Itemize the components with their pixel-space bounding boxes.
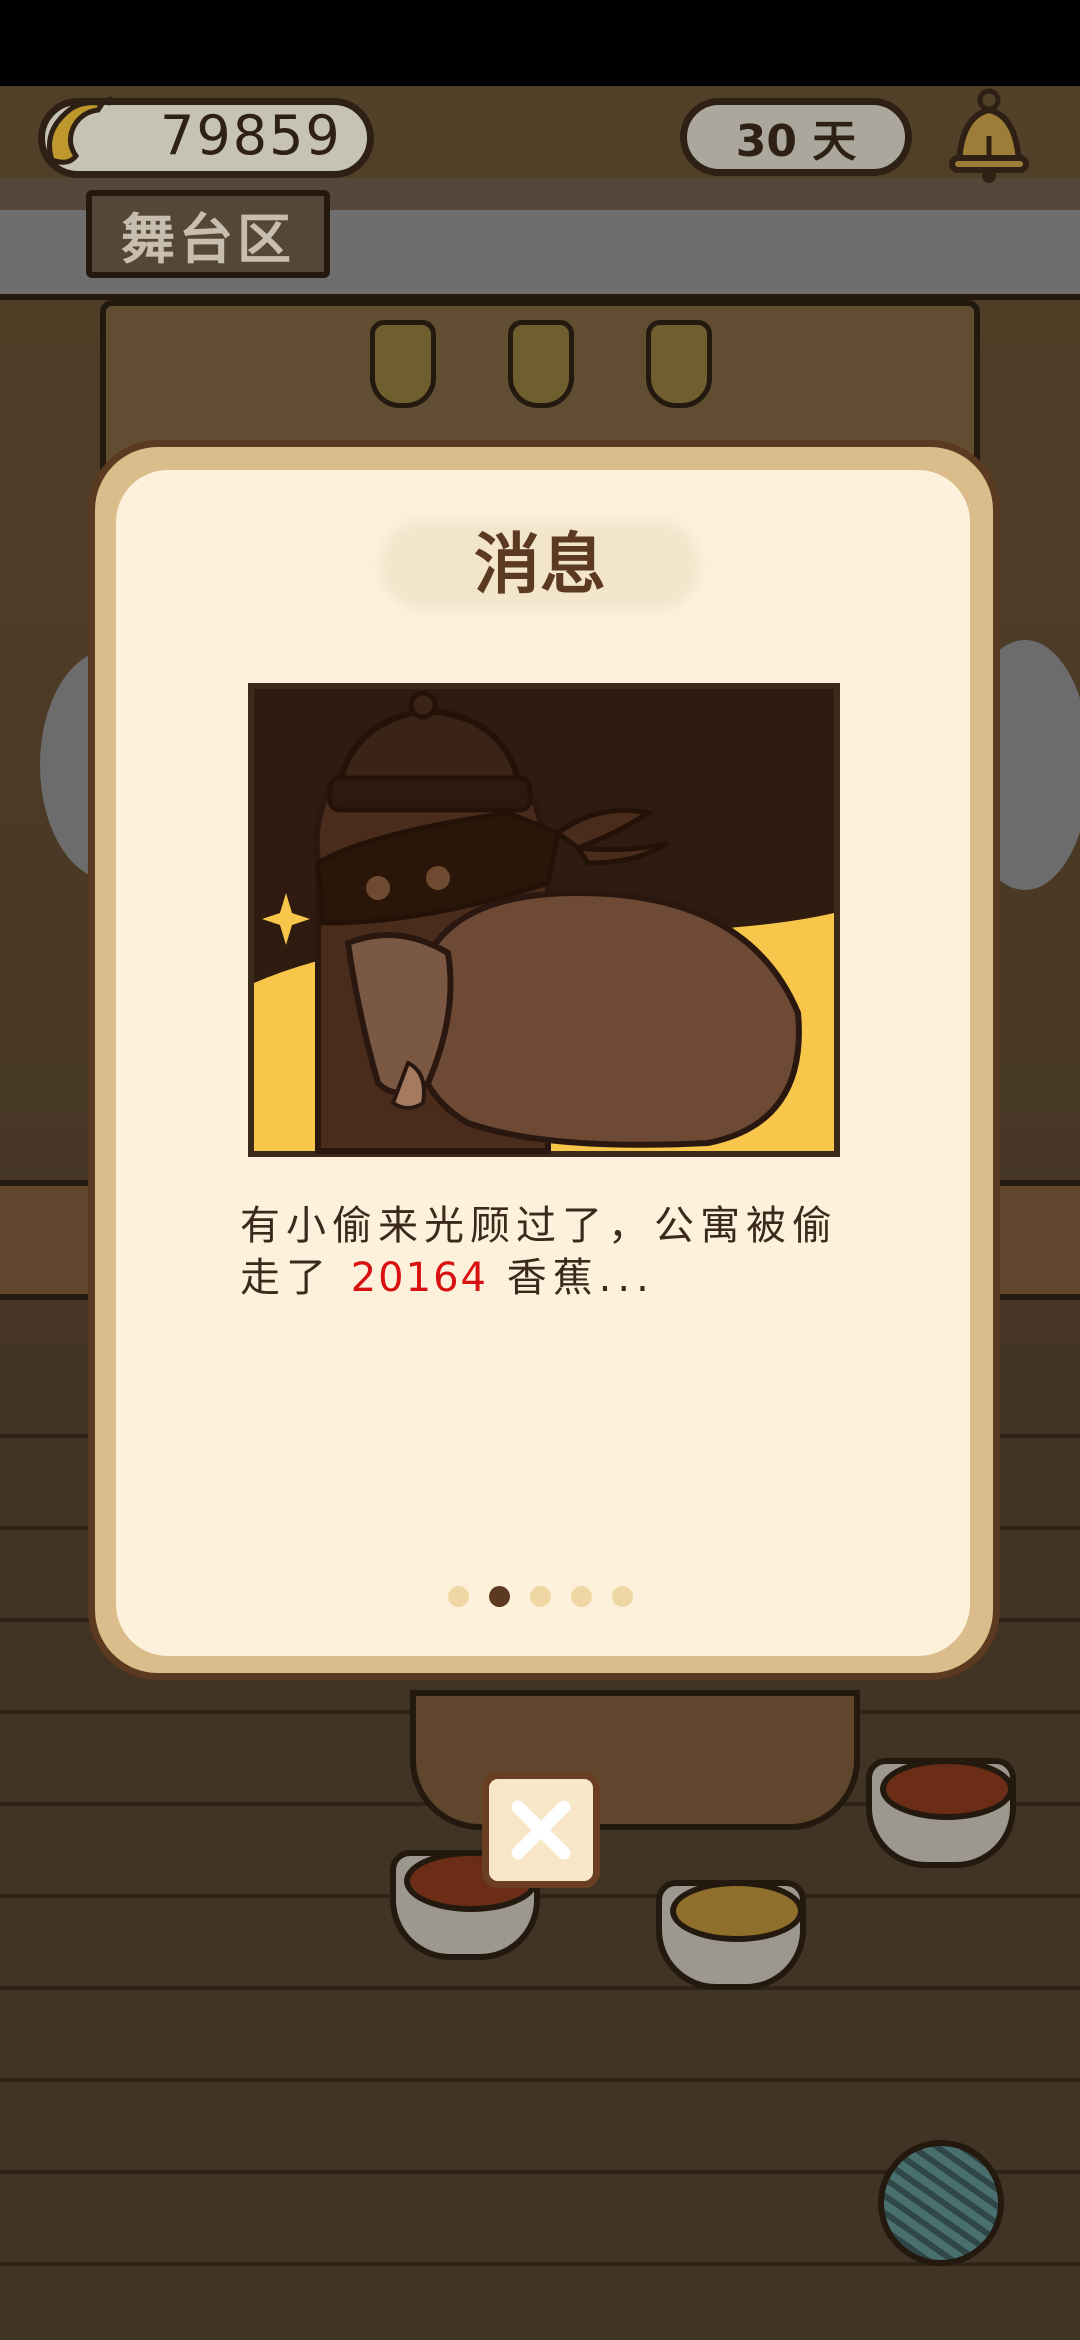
message-text-end: 香蕉... xyxy=(506,1255,655,1301)
thief-illustration xyxy=(248,683,840,1157)
close-button[interactable] xyxy=(482,1772,600,1888)
page-dot-active[interactable] xyxy=(489,1586,510,1607)
dialog-message: 有小偷来光顾过了，公寓被偷走了 20164 香蕉... xyxy=(240,1200,880,1304)
dialog-title: 消息 xyxy=(474,526,606,603)
stolen-amount: 20164 xyxy=(350,1255,488,1301)
page-dot[interactable] xyxy=(612,1586,633,1607)
page-dot[interactable] xyxy=(571,1586,592,1607)
close-icon xyxy=(511,1800,571,1860)
page-indicator xyxy=(448,1586,633,1607)
status-bar-area xyxy=(0,0,1080,86)
page-dot[interactable] xyxy=(448,1586,469,1607)
page-dot[interactable] xyxy=(530,1586,551,1607)
